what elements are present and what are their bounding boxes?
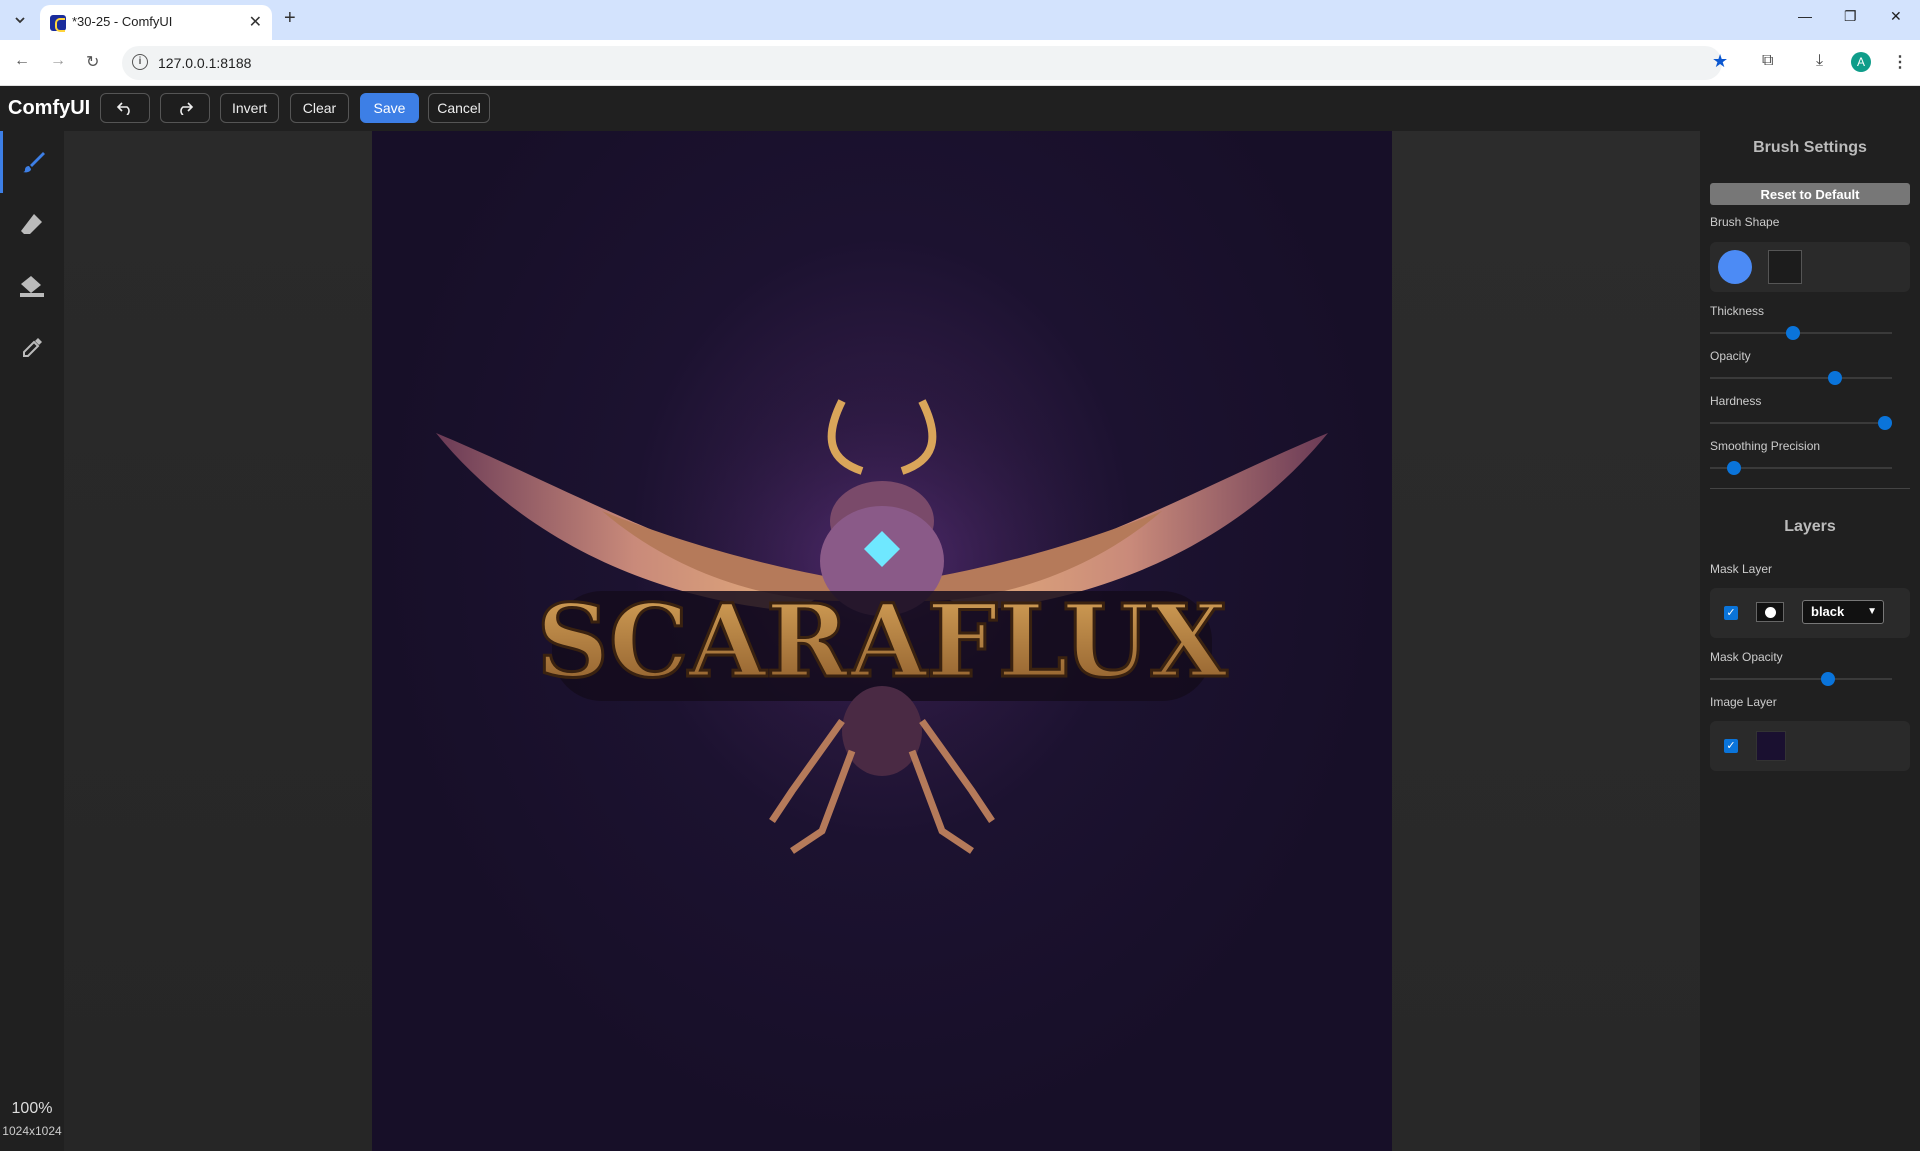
redo-button[interactable] — [160, 93, 210, 123]
square-shape-option[interactable] — [1768, 250, 1802, 284]
scarab-logo-wordmark: SCARAFLUX — [537, 582, 1228, 700]
tab-close-icon[interactable]: ✕ — [249, 12, 262, 32]
hardness-label: Hardness — [1710, 394, 1762, 408]
chevron-down-icon: ▼ — [1867, 606, 1877, 617]
mask-color-select[interactable]: black ▼ — [1802, 600, 1884, 624]
edit-image[interactable]: SCARAFLUX — [372, 131, 1392, 1151]
restore-icon[interactable]: ❐ — [1844, 8, 1857, 25]
mask-layer-row: ✓ black ▼ — [1710, 588, 1910, 638]
opacity-slider-knob[interactable] — [1827, 371, 1842, 385]
mask-opacity-label: Mask Opacity — [1710, 650, 1783, 664]
forward-icon[interactable]: → — [50, 52, 66, 70]
minimize-icon[interactable]: — — [1798, 8, 1812, 24]
address-bar: ← → ↻ i 127.0.0.1:8188 ★ ⧉ ⤓ ⋮ — [0, 40, 1920, 86]
zoom-level: 100% — [11, 1100, 53, 1117]
eraser-icon — [21, 214, 42, 234]
app-brand: ComfyUI — [8, 97, 91, 119]
reload-icon[interactable]: ↻ — [86, 52, 99, 72]
extensions-icon[interactable]: ⧉ — [1762, 52, 1773, 70]
circle-shape-option[interactable] — [1718, 250, 1752, 284]
brush-shape-label: Brush Shape — [1710, 215, 1780, 229]
bookmark-star-icon[interactable]: ★ — [1712, 51, 1728, 72]
brush-shape-selector — [1710, 242, 1910, 292]
brush-icon — [22, 152, 45, 173]
hardness-slider-knob[interactable] — [1878, 416, 1892, 430]
window-close-icon[interactable]: ✕ — [1890, 8, 1902, 25]
mask-editor-toolbar: ComfyUI Invert Clear Save Cancel — [0, 87, 1920, 131]
new-tab-icon[interactable]: + — [284, 7, 296, 30]
mask-color-value: black — [1811, 604, 1845, 619]
paint-bucket-tool[interactable] — [0, 255, 64, 317]
smoothing-precision-slider[interactable] — [1710, 461, 1892, 475]
panel-divider — [1710, 488, 1910, 489]
canvas-backdrop-right — [1392, 131, 1700, 1151]
site-info-icon[interactable]: i — [132, 54, 148, 70]
mask-layer-icon — [1756, 602, 1784, 622]
hardness-slider[interactable] — [1710, 416, 1892, 430]
image-dimensions: 1024x1024 — [2, 1124, 62, 1138]
reset-to-default-button[interactable]: Reset to Default — [1710, 183, 1910, 205]
mask-layer-visibility-checkbox[interactable]: ✓ — [1724, 606, 1738, 620]
thickness-slider[interactable] — [1710, 326, 1892, 340]
undo-icon — [116, 102, 130, 115]
image-layer-thumbnail — [1756, 731, 1786, 761]
mask-opacity-slider[interactable] — [1710, 672, 1892, 686]
comfyui-favicon-icon — [50, 15, 66, 32]
canvas-backdrop-left — [64, 131, 372, 1151]
browser-tab[interactable]: *30-25 - ComfyUI ✕ — [40, 5, 272, 40]
scarab-logo-art: SCARAFLUX — [436, 361, 1328, 854]
image-layer-label: Image Layer — [1710, 695, 1777, 709]
opacity-label: Opacity — [1710, 349, 1751, 363]
save-button[interactable]: Save — [360, 93, 419, 123]
clear-button[interactable]: Clear — [290, 93, 349, 123]
eyedropper-icon — [23, 338, 42, 357]
brush-settings-title: Brush Settings — [1753, 139, 1867, 156]
image-layer-visibility-checkbox[interactable]: ✓ — [1724, 739, 1738, 753]
redo-icon — [180, 102, 194, 115]
url-omnibox[interactable]: i 127.0.0.1:8188 — [122, 46, 1722, 80]
url-text: 127.0.0.1:8188 — [158, 55, 252, 71]
back-icon[interactable]: ← — [14, 52, 30, 70]
opacity-slider[interactable] — [1710, 371, 1892, 385]
paint-bucket-icon — [20, 276, 44, 297]
eraser-tool[interactable] — [0, 193, 64, 255]
image-layer-row: ✓ — [1710, 721, 1910, 771]
download-icon[interactable]: ⤓ — [1816, 52, 1823, 70]
invert-button[interactable]: Invert — [220, 93, 279, 123]
undo-button[interactable] — [100, 93, 150, 123]
thickness-label: Thickness — [1710, 304, 1765, 318]
tool-rail — [0, 131, 64, 1151]
tab-search-chevron-icon[interactable] — [8, 8, 32, 32]
profile-avatar[interactable]: A — [1851, 52, 1871, 72]
cancel-button[interactable]: Cancel — [428, 93, 490, 123]
settings-panel: Brush Settings Reset to Default Brush Sh… — [1700, 131, 1920, 1151]
mask-opacity-slider-knob[interactable] — [1820, 672, 1835, 686]
tab-title: *30-25 - ComfyUI — [72, 14, 173, 29]
smoothing-precision-label: Smoothing Precision — [1710, 439, 1821, 453]
browser-menu-icon[interactable]: ⋮ — [1892, 52, 1908, 72]
brush-tool[interactable] — [0, 131, 64, 193]
layers-title: Layers — [1784, 518, 1836, 535]
thickness-slider-knob[interactable] — [1785, 326, 1800, 340]
color-picker-tool[interactable] — [0, 317, 64, 379]
smoothing-precision-slider-knob[interactable] — [1726, 461, 1741, 475]
browser-tab-bar: *30-25 - ComfyUI ✕ + — ❐ ✕ — [0, 0, 1920, 40]
mask-layer-label: Mask Layer — [1710, 562, 1773, 576]
